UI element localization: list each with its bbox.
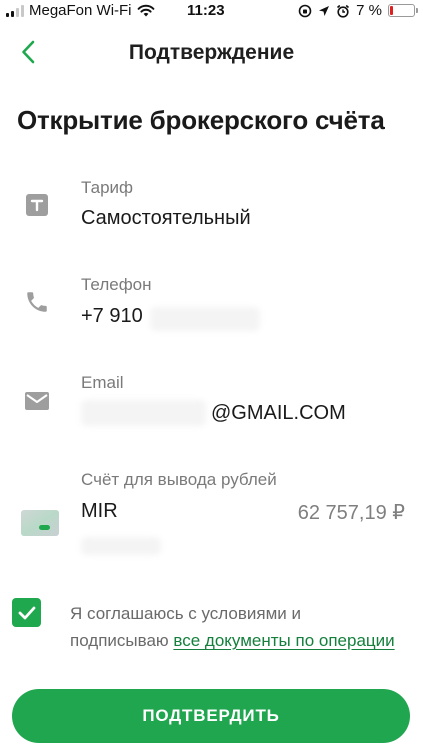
email-label: Email (81, 373, 124, 392)
confirm-button[interactable]: ПОДТВЕРДИТЬ (12, 689, 410, 743)
documents-link[interactable]: все документы по операции (173, 631, 394, 650)
status-bar: MegaFon Wi-Fi 11:23 7 % (0, 0, 423, 22)
nav-title: Подтверждение (128, 41, 295, 64)
tariff-label: Тариф (81, 178, 134, 197)
account-number-redacted (81, 537, 161, 555)
alarm-icon (337, 4, 350, 18)
tariff-value: Самостоятельный (81, 207, 251, 229)
clock: 11:23 (187, 2, 225, 19)
mail-icon (24, 388, 50, 414)
email-value: @GMAIL.COM (211, 402, 346, 424)
tariff-row: Тариф Самостоятельный (0, 170, 423, 250)
card-icon (20, 507, 60, 539)
status-left: MegaFon Wi-Fi (6, 2, 155, 19)
nav-header: Подтверждение (0, 30, 423, 74)
agreement-text: Я соглашаюсь с условиями и подписываю вс… (70, 600, 400, 654)
wifi-icon (137, 4, 154, 17)
orientation-lock-icon (298, 4, 312, 17)
checkmark-icon (18, 606, 35, 619)
location-arrow-icon (319, 5, 330, 16)
status-right: 7 % (298, 2, 418, 19)
phone-label: Телефон (81, 275, 152, 294)
account-label: Счёт для вывода рублей (81, 470, 277, 489)
phone-row: Телефон +7 910 (0, 267, 423, 347)
page-title: Открытие брокерского счёта (17, 105, 385, 135)
battery-icon (388, 4, 418, 17)
phone-value: +7 910 (81, 305, 143, 327)
account-row[interactable]: Счёт для вывода рублей MIR 62 757,19 ₽ (0, 461, 423, 571)
agreement-block: Я соглашаюсь с условиями и подписываю вс… (0, 596, 423, 676)
email-row: Email @GMAIL.COM (0, 364, 423, 444)
account-card-type: MIR (81, 500, 118, 522)
agreement-checkbox[interactable] (12, 598, 41, 627)
phone-icon (24, 289, 50, 315)
tariff-icon (24, 192, 50, 218)
cellular-signal-icon (6, 4, 24, 17)
carrier-name: MegaFon Wi-Fi (29, 2, 132, 19)
battery-percent: 7 % (356, 2, 382, 19)
account-balance: 62 757,19 ₽ (297, 502, 405, 524)
email-redacted (81, 400, 206, 426)
phone-redacted (150, 307, 260, 331)
